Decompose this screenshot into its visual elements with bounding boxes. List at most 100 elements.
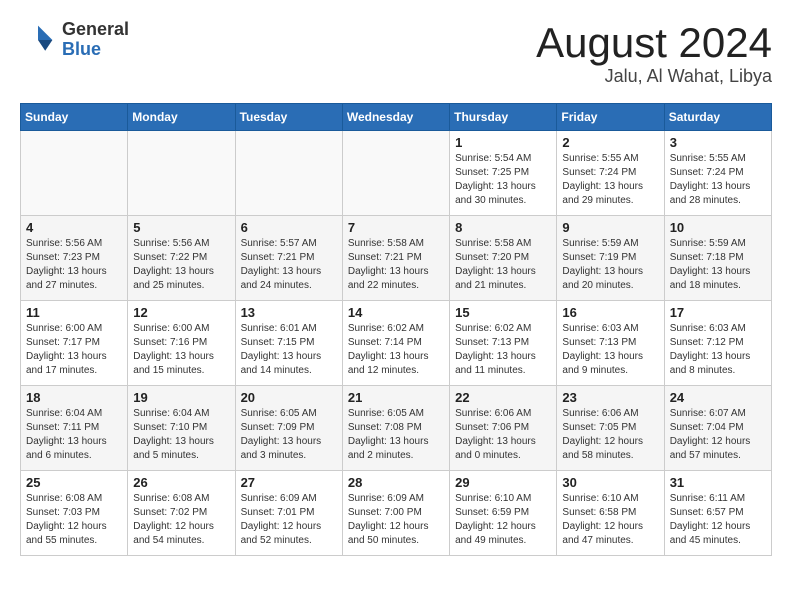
cell-content: Sunrise: 6:09 AMSunset: 7:01 PMDaylight:… [241,492,337,548]
logo-blue: Blue [62,40,129,60]
calendar-cell [342,131,449,216]
column-header-tuesday: Tuesday [235,104,342,131]
cell-content: Sunrise: 6:03 AMSunset: 7:12 PMDaylight:… [670,322,766,378]
cell-content: Sunrise: 6:04 AMSunset: 7:10 PMDaylight:… [133,407,229,463]
calendar-cell: 15 Sunrise: 6:02 AMSunset: 7:13 PMDayligh… [450,301,557,386]
cell-content: Sunrise: 5:58 AMSunset: 7:21 PMDaylight:… [348,237,444,293]
location-title: Jalu, Al Wahat, Libya [536,66,772,87]
page-header: General Blue August 2024 Jalu, Al Wahat,… [20,20,772,87]
month-title: August 2024 [536,20,772,66]
cell-content: Sunrise: 5:57 AMSunset: 7:21 PMDaylight:… [241,237,337,293]
calendar-cell: 1 Sunrise: 5:54 AMSunset: 7:25 PMDaylight… [450,131,557,216]
cell-content: Sunrise: 6:01 AMSunset: 7:15 PMDaylight:… [241,322,337,378]
day-number: 21 [348,390,444,405]
day-number: 3 [670,135,766,150]
cell-content: Sunrise: 5:55 AMSunset: 7:24 PMDaylight:… [670,152,766,208]
calendar-cell: 23 Sunrise: 6:06 AMSunset: 7:05 PMDayligh… [557,386,664,471]
cell-content: Sunrise: 6:08 AMSunset: 7:02 PMDaylight:… [133,492,229,548]
day-number: 13 [241,305,337,320]
calendar-cell: 2 Sunrise: 5:55 AMSunset: 7:24 PMDaylight… [557,131,664,216]
day-number: 5 [133,220,229,235]
cell-content: Sunrise: 5:58 AMSunset: 7:20 PMDaylight:… [455,237,551,293]
cell-content: Sunrise: 6:06 AMSunset: 7:05 PMDaylight:… [562,407,658,463]
logo-general: General [62,20,129,40]
calendar-week-row: 11 Sunrise: 6:00 AMSunset: 7:17 PMDayligh… [21,301,772,386]
calendar-cell: 13 Sunrise: 6:01 AMSunset: 7:15 PMDayligh… [235,301,342,386]
calendar-cell: 8 Sunrise: 5:58 AMSunset: 7:20 PMDaylight… [450,216,557,301]
cell-content: Sunrise: 6:11 AMSunset: 6:57 PMDaylight:… [670,492,766,548]
cell-content: Sunrise: 6:10 AMSunset: 6:58 PMDaylight:… [562,492,658,548]
column-header-sunday: Sunday [21,104,128,131]
calendar-week-row: 18Sunrise: 6:04 AMSunset: 7:11 PMDayligh… [21,386,772,471]
day-number: 19 [133,390,229,405]
day-number: 6 [241,220,337,235]
logo: General Blue [20,20,129,60]
logo-text: General Blue [62,20,129,60]
day-number: 30 [562,475,658,490]
cell-content: Sunrise: 5:54 AMSunset: 7:25 PMDaylight:… [455,152,551,208]
day-number: 8 [455,220,551,235]
day-number: 9 [562,220,658,235]
calendar-cell: 19 Sunrise: 6:04 AMSunset: 7:10 PMDayligh… [128,386,235,471]
column-header-monday: Monday [128,104,235,131]
calendar-cell: 28Sunrise: 6:09 AMSunset: 7:00 PMDayligh… [342,471,449,556]
day-number: 14 [348,305,444,320]
calendar-cell: 9Sunrise: 5:59 AMSunset: 7:19 PMDaylight… [557,216,664,301]
calendar-cell: 3 Sunrise: 5:55 AMSunset: 7:24 PMDaylight… [664,131,771,216]
day-number: 24 [670,390,766,405]
cell-content: Sunrise: 5:59 AMSunset: 7:18 PMDaylight:… [670,237,766,293]
calendar-cell: 18Sunrise: 6:04 AMSunset: 7:11 PMDayligh… [21,386,128,471]
cell-content: Sunrise: 6:07 AMSunset: 7:04 PMDaylight:… [670,407,766,463]
calendar-cell: 25Sunrise: 6:08 AMSunset: 7:03 PMDayligh… [21,471,128,556]
day-number: 15 [455,305,551,320]
calendar-cell: 17Sunrise: 6:03 AMSunset: 7:12 PMDayligh… [664,301,771,386]
calendar-table: SundayMondayTuesdayWednesdayThursdayFrid… [20,103,772,556]
logo-icon [20,22,56,58]
day-number: 1 [455,135,551,150]
calendar-cell: 11 Sunrise: 6:00 AMSunset: 7:17 PMDayligh… [21,301,128,386]
cell-content: Sunrise: 6:10 AMSunset: 6:59 PMDaylight:… [455,492,551,548]
calendar-cell: 27 Sunrise: 6:09 AMSunset: 7:01 PMDayligh… [235,471,342,556]
day-number: 22 [455,390,551,405]
calendar-cell: 24 Sunrise: 6:07 AMSunset: 7:04 PMDayligh… [664,386,771,471]
title-block: August 2024 Jalu, Al Wahat, Libya [536,20,772,87]
calendar-cell: 29 Sunrise: 6:10 AMSunset: 6:59 PMDayligh… [450,471,557,556]
cell-content: Sunrise: 5:56 AMSunset: 7:22 PMDaylight:… [133,237,229,293]
calendar-week-row: 25Sunrise: 6:08 AMSunset: 7:03 PMDayligh… [21,471,772,556]
calendar-cell: 14Sunrise: 6:02 AMSunset: 7:14 PMDayligh… [342,301,449,386]
calendar-cell: 7Sunrise: 5:58 AMSunset: 7:21 PMDaylight… [342,216,449,301]
calendar-cell: 12 Sunrise: 6:00 AMSunset: 7:16 PMDayligh… [128,301,235,386]
calendar-cell: 30 Sunrise: 6:10 AMSunset: 6:58 PMDayligh… [557,471,664,556]
day-number: 11 [26,305,122,320]
day-number: 4 [26,220,122,235]
cell-content: Sunrise: 6:00 AMSunset: 7:16 PMDaylight:… [133,322,229,378]
day-number: 29 [455,475,551,490]
day-number: 23 [562,390,658,405]
day-number: 27 [241,475,337,490]
cell-content: Sunrise: 6:04 AMSunset: 7:11 PMDaylight:… [26,407,122,463]
day-number: 25 [26,475,122,490]
day-number: 28 [348,475,444,490]
calendar-cell [128,131,235,216]
calendar-cell [235,131,342,216]
calendar-header-row: SundayMondayTuesdayWednesdayThursdayFrid… [21,104,772,131]
day-number: 12 [133,305,229,320]
day-number: 31 [670,475,766,490]
calendar-week-row: 1 Sunrise: 5:54 AMSunset: 7:25 PMDaylight… [21,131,772,216]
cell-content: Sunrise: 6:00 AMSunset: 7:17 PMDaylight:… [26,322,122,378]
calendar-cell: 5 Sunrise: 5:56 AMSunset: 7:22 PMDaylight… [128,216,235,301]
calendar-cell: 10Sunrise: 5:59 AMSunset: 7:18 PMDayligh… [664,216,771,301]
cell-content: Sunrise: 6:05 AMSunset: 7:09 PMDaylight:… [241,407,337,463]
calendar-week-row: 4Sunrise: 5:56 AMSunset: 7:23 PMDaylight… [21,216,772,301]
day-number: 2 [562,135,658,150]
column-header-friday: Friday [557,104,664,131]
calendar-cell: 6 Sunrise: 5:57 AMSunset: 7:21 PMDaylight… [235,216,342,301]
calendar-cell: 31 Sunrise: 6:11 AMSunset: 6:57 PMDayligh… [664,471,771,556]
cell-content: Sunrise: 6:02 AMSunset: 7:13 PMDaylight:… [455,322,551,378]
day-number: 26 [133,475,229,490]
calendar-cell [21,131,128,216]
cell-content: Sunrise: 5:55 AMSunset: 7:24 PMDaylight:… [562,152,658,208]
calendar-cell: 21Sunrise: 6:05 AMSunset: 7:08 PMDayligh… [342,386,449,471]
column-header-saturday: Saturday [664,104,771,131]
cell-content: Sunrise: 6:03 AMSunset: 7:13 PMDaylight:… [562,322,658,378]
